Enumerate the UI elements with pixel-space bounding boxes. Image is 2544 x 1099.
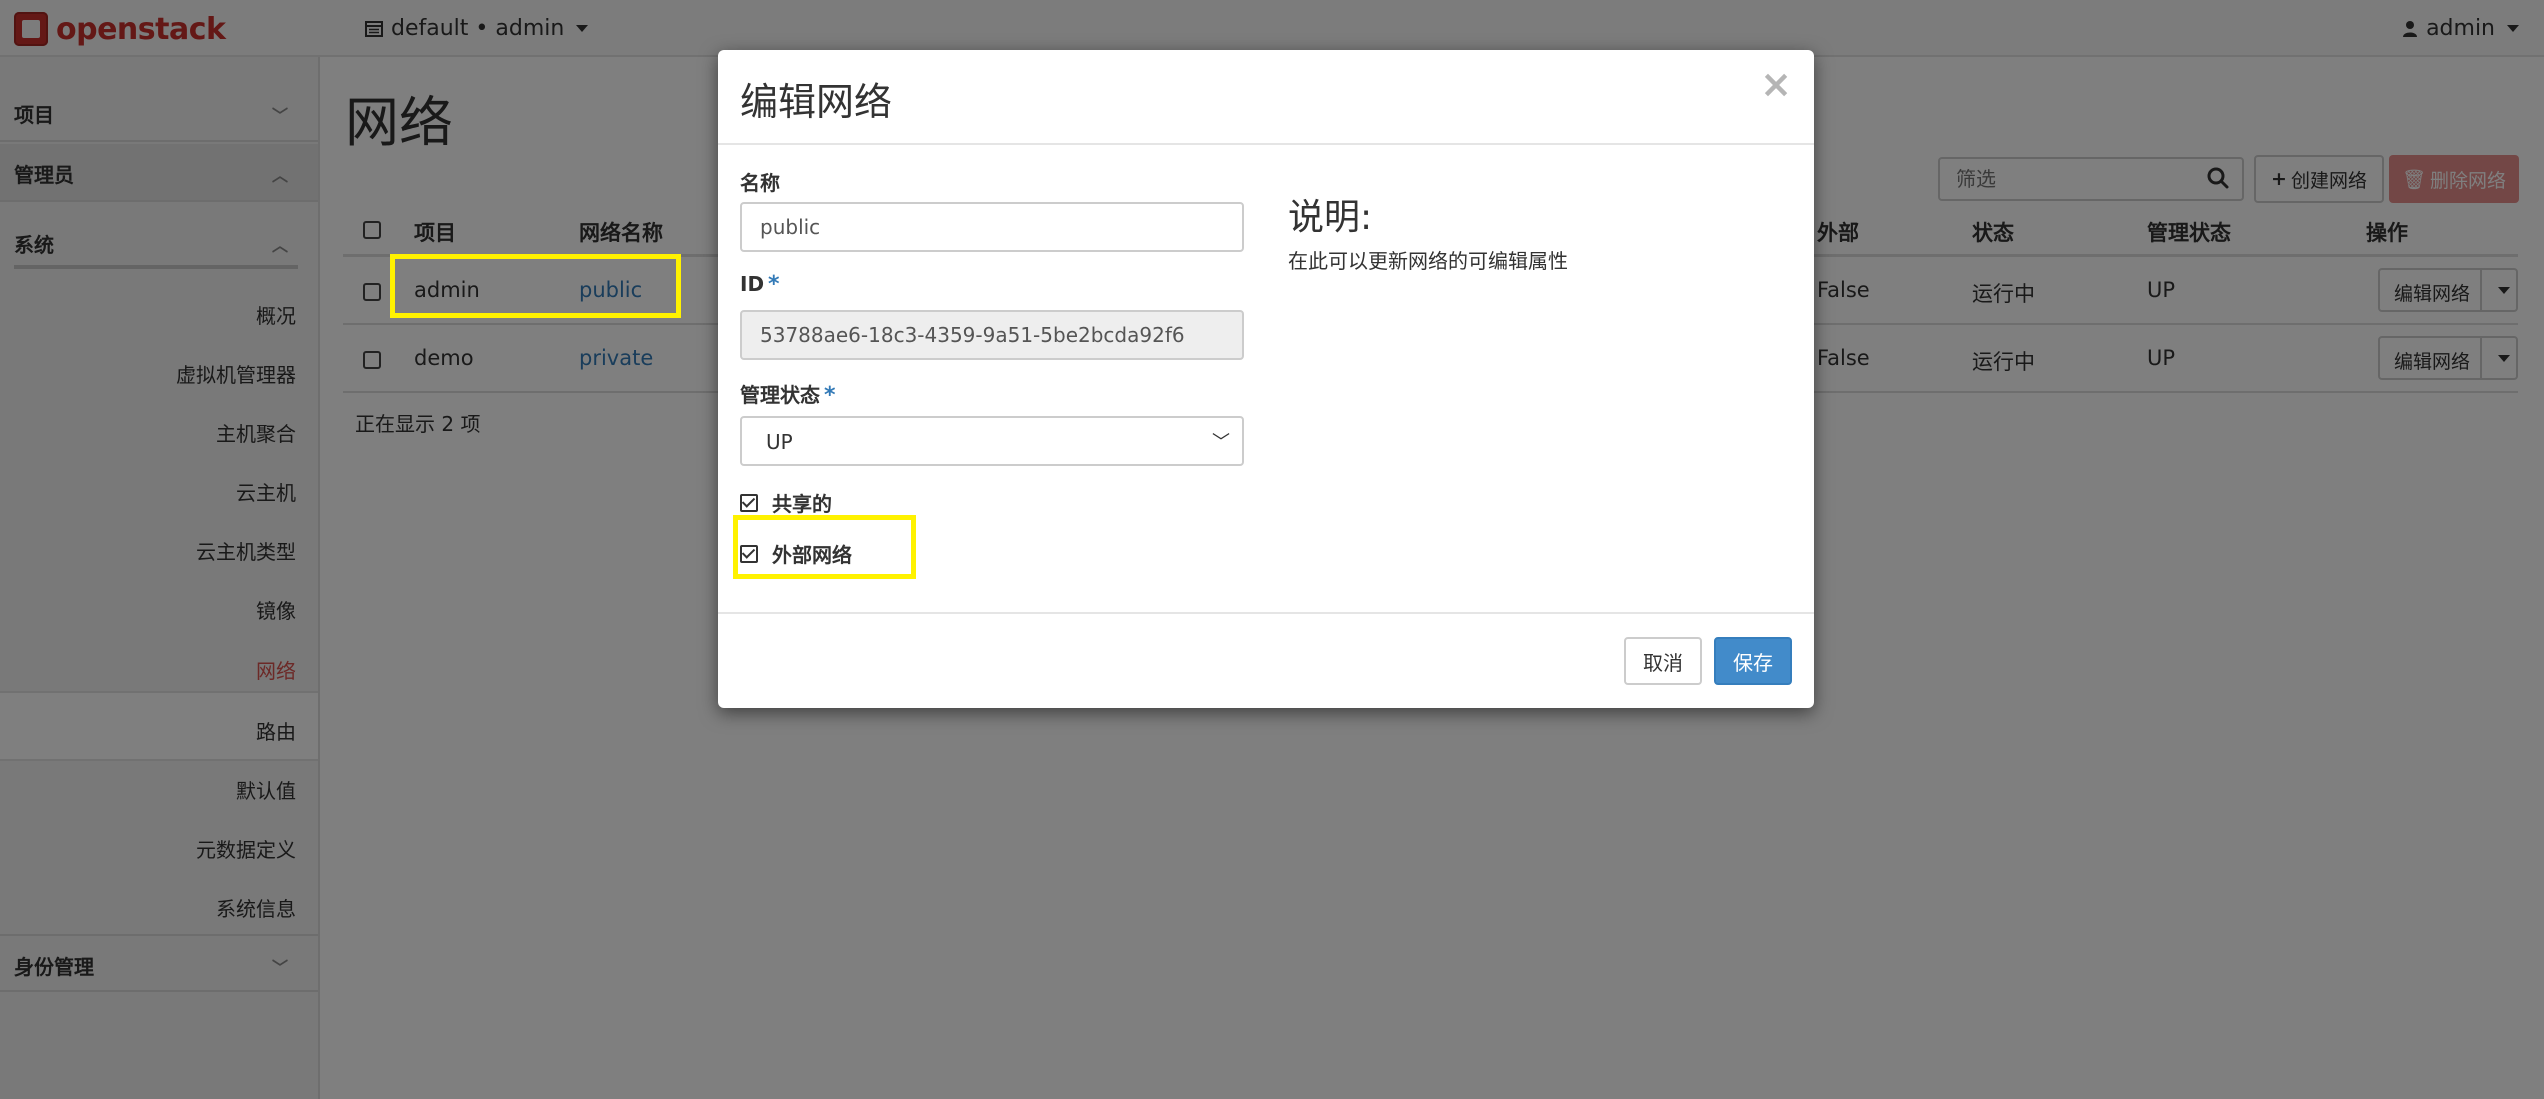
close-icon[interactable]: × bbox=[1760, 62, 1792, 106]
shared-checkbox[interactable] bbox=[740, 493, 758, 512]
admin-state-label: 管理状态 * bbox=[740, 379, 836, 408]
required-mark: * bbox=[768, 272, 780, 297]
chevron-down-icon: ﹀ bbox=[1212, 432, 1230, 453]
admin-state-select[interactable]: UP ﹀ bbox=[740, 416, 1244, 466]
modal-footer: 取消 保存 bbox=[718, 612, 1814, 708]
cancel-button[interactable]: 取消 bbox=[1624, 637, 1702, 685]
name-label: 名称 bbox=[740, 171, 780, 195]
highlight-box bbox=[390, 254, 681, 318]
shared-label: 共享的 bbox=[772, 492, 832, 516]
edit-network-dialog: 编辑网络 × 名称 ID* 管理状态* UP ﹀ 共享的 外部网络 说明: 在此… bbox=[718, 50, 1814, 708]
id-label-text: ID bbox=[740, 272, 765, 296]
modal-header: 编辑网络 × bbox=[718, 50, 1814, 145]
admin-state-label-text: 管理状态 bbox=[740, 383, 820, 407]
description-title: 说明: bbox=[1288, 197, 1373, 238]
modal-title: 编辑网络 bbox=[740, 80, 893, 124]
required-mark: * bbox=[824, 383, 836, 408]
description-text: 在此可以更新网络的可编辑属性 bbox=[1288, 249, 1568, 273]
id-field bbox=[740, 310, 1244, 360]
id-label: ID * bbox=[740, 272, 780, 297]
highlight-box bbox=[733, 515, 916, 579]
admin-state-selected: UP bbox=[766, 430, 793, 454]
save-button[interactable]: 保存 bbox=[1714, 637, 1792, 685]
name-field[interactable] bbox=[740, 202, 1244, 252]
shared-checkbox-row[interactable]: 共享的 bbox=[740, 488, 832, 517]
